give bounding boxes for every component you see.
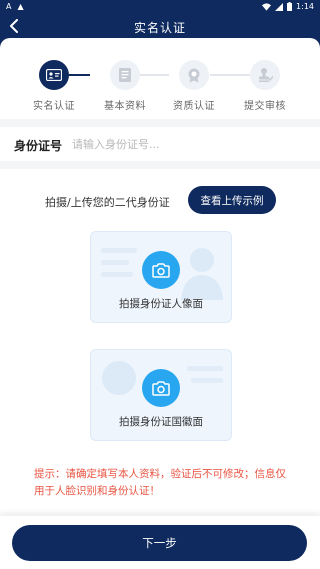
- badge-icon: [188, 68, 200, 83]
- card-text-line: [101, 272, 133, 277]
- id-number-input[interactable]: [72, 133, 308, 155]
- app-bar: 实名认证: [0, 14, 320, 38]
- step-label: 实名认证: [33, 101, 75, 112]
- portrait-silhouette-icon: [181, 248, 223, 300]
- card-text-line: [101, 248, 137, 253]
- document-icon: [119, 68, 131, 82]
- step-circle: [110, 60, 140, 90]
- section-divider: [0, 119, 320, 127]
- status-bar: A ▲ 1:14: [0, 0, 320, 14]
- section-divider: [0, 161, 320, 169]
- card-text-line: [191, 378, 223, 383]
- page-title: 实名认证: [133, 21, 186, 35]
- stamp-icon: [259, 68, 273, 82]
- content-panel: 实名认证 基本资料 资质认证 提交审核 身份证号 请输入身份证号... 拍摄/上…: [0, 38, 320, 569]
- bottom-action-bar: 下一步: [0, 516, 320, 569]
- step-real-name: 实名认证: [24, 60, 84, 112]
- step-circle: [179, 60, 209, 90]
- wifi-icon: [262, 2, 272, 11]
- battery-icon: [287, 2, 293, 11]
- step-circle: [39, 60, 69, 90]
- step-label: 资质认证: [173, 101, 215, 112]
- step-circle: [250, 60, 280, 90]
- id-number-row: 身份证号: [0, 127, 320, 161]
- camera-icon: [152, 380, 170, 396]
- id-card-icon: [46, 69, 62, 81]
- step-basic-info: 基本资料: [95, 60, 155, 112]
- step-label: 基本资料: [104, 101, 146, 112]
- camera-button[interactable]: [142, 369, 180, 407]
- camera-icon: [152, 262, 170, 278]
- camera-button[interactable]: [142, 251, 180, 289]
- warning-tip: 提示：请确定填写本人资料，验证后不可修改；信息仅用于人脸识别和身份认证！: [34, 468, 286, 497]
- id-card-back-upload[interactable]: 拍摄身份证国徽面: [90, 349, 232, 441]
- back-card-label: 拍摄身份证国徽面: [119, 416, 203, 428]
- status-left-icons: A ▲: [6, 2, 24, 12]
- notification-warning-icon: ▲: [17, 2, 24, 11]
- status-time: 1:14: [296, 2, 314, 11]
- signal-icon: [275, 2, 284, 11]
- step-indicator: 实名认证 基本资料 资质认证 提交审核: [0, 48, 320, 112]
- id-number-label: 身份证号: [14, 139, 63, 153]
- upload-instruction: 拍摄/上传您的二代身份证: [45, 196, 170, 209]
- status-right-icons: 1:14: [262, 2, 314, 11]
- id-card-front-upload[interactable]: 拍摄身份证人像面: [90, 231, 232, 323]
- step-submit-review: 提交审核: [235, 60, 295, 112]
- front-card-label: 拍摄身份证人像面: [119, 298, 203, 310]
- national-emblem-icon: [102, 361, 136, 395]
- step-label: 提交审核: [244, 101, 286, 112]
- card-text-line: [187, 366, 223, 371]
- card-text-line: [101, 260, 129, 265]
- step-qualification: 资质认证: [164, 60, 224, 112]
- notification-a-icon: A: [6, 2, 12, 11]
- next-step-button[interactable]: 下一步: [12, 525, 307, 561]
- view-example-button[interactable]: 查看上传示例: [188, 186, 276, 214]
